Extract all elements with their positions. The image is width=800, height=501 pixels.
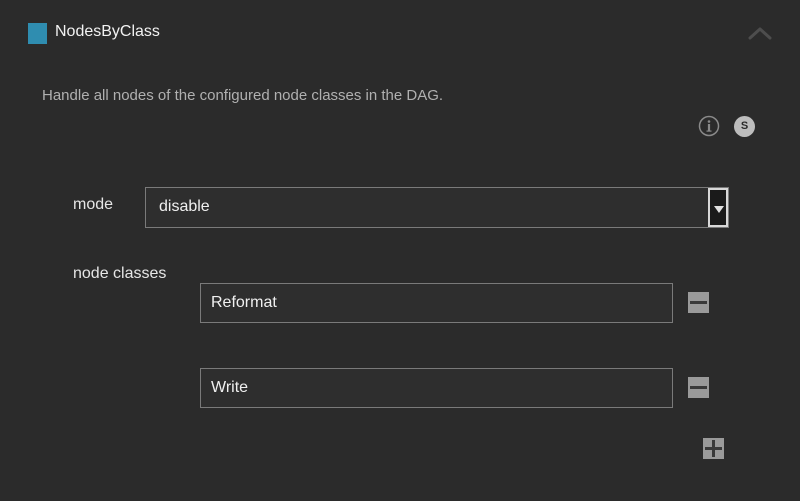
collapse-button[interactable]	[745, 20, 775, 46]
add-node-class-button[interactable]	[703, 438, 724, 459]
panel-header: NodesByClass	[0, 0, 800, 64]
node-class-field-reformat[interactable]: Reformat	[200, 283, 673, 323]
node-classes-label: node classes	[73, 265, 167, 282]
chevron-down-icon	[714, 206, 724, 213]
node-class-value: Write	[211, 379, 249, 396]
s-button[interactable]: S	[734, 116, 755, 137]
chevron-up-icon	[748, 27, 772, 40]
info-icon	[698, 115, 720, 137]
mode-select-value: disable	[159, 198, 210, 215]
remove-node-class-button-write[interactable]	[688, 377, 709, 398]
panel-title: NodesByClass	[55, 23, 160, 40]
node-class-field-write[interactable]: Write	[200, 368, 673, 408]
info-button[interactable]	[698, 115, 720, 137]
mode-label: mode	[73, 196, 114, 213]
node-class-value: Reformat	[211, 294, 277, 311]
panel-description: Handle all nodes of the configured node …	[42, 87, 444, 104]
remove-node-class-button-reformat[interactable]	[688, 292, 709, 313]
nodes-by-class-panel: NodesByClass Handle all nodes of the con…	[0, 0, 800, 501]
class-color-swatch	[28, 23, 47, 44]
mode-select[interactable]: disable	[145, 187, 729, 228]
dropdown-arrow[interactable]	[708, 188, 728, 227]
